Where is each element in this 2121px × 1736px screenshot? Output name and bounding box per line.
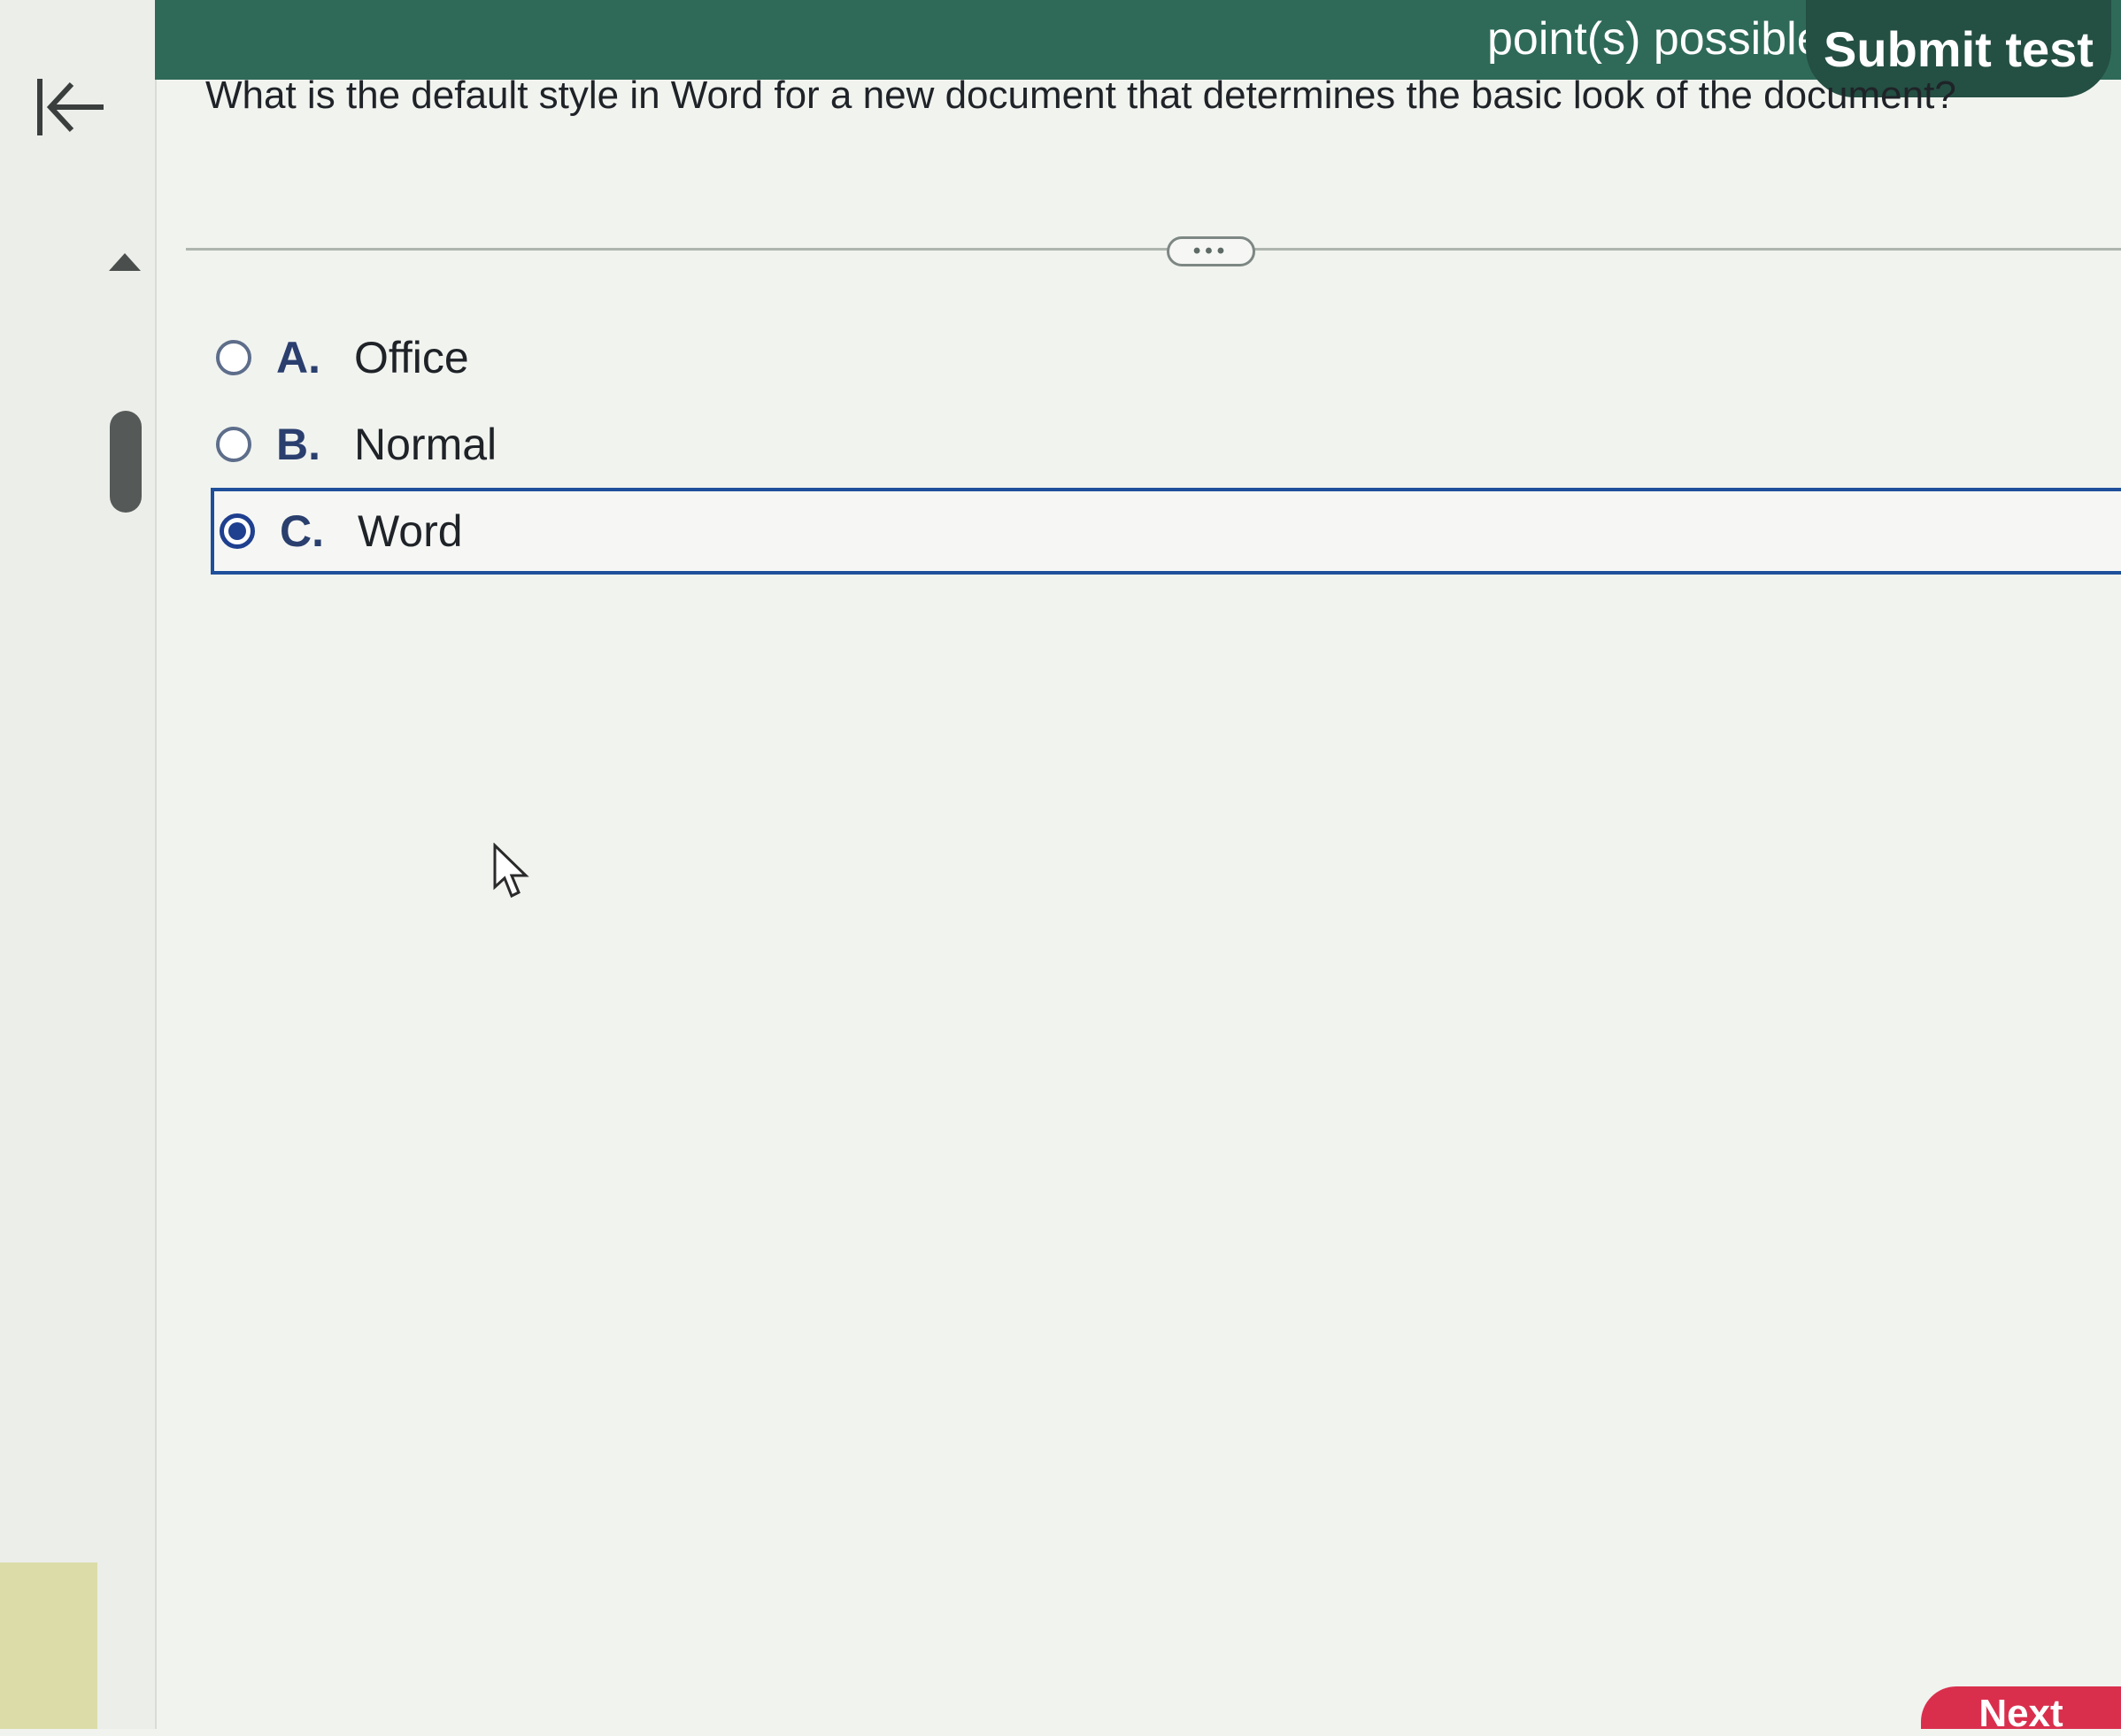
ellipsis-icon: ••• <box>1192 239 1230 263</box>
option-label[interactable]: Word <box>358 505 463 557</box>
side-strip <box>0 1562 97 1729</box>
option-b[interactable]: B. Normal <box>211 401 2121 488</box>
collapse-left-icon <box>37 79 104 135</box>
radio-button-unchecked[interactable] <box>216 427 251 462</box>
radio-button-checked[interactable] <box>220 513 255 549</box>
points-possible-text: point(s) possible <box>1487 13 1823 65</box>
scrollbar-thumb[interactable] <box>110 411 142 513</box>
answer-options: A. Office B. Normal C. Word <box>211 314 2121 575</box>
collapse-panel-button[interactable] <box>27 67 115 147</box>
mouse-cursor-icon <box>493 843 529 899</box>
scroll-up-button[interactable] <box>104 246 145 278</box>
option-letter: A. <box>276 333 320 382</box>
option-c[interactable]: C. Word <box>211 488 2121 575</box>
option-letter: B. <box>276 420 320 469</box>
scroll-up-icon <box>109 253 141 271</box>
radio-button-unchecked[interactable] <box>216 340 251 375</box>
left-rail <box>0 0 157 1729</box>
more-options-button[interactable]: ••• <box>1167 236 1255 266</box>
option-letter: C. <box>280 506 324 556</box>
question-text: What is the default style in Word for a … <box>205 73 1956 117</box>
option-a[interactable]: A. Office <box>211 314 2121 401</box>
radio-dot-icon <box>228 522 246 540</box>
next-button[interactable]: Next <box>1921 1686 2121 1735</box>
option-label[interactable]: Office <box>354 332 469 383</box>
question-divider <box>186 248 2121 251</box>
option-label[interactable]: Normal <box>354 419 497 470</box>
